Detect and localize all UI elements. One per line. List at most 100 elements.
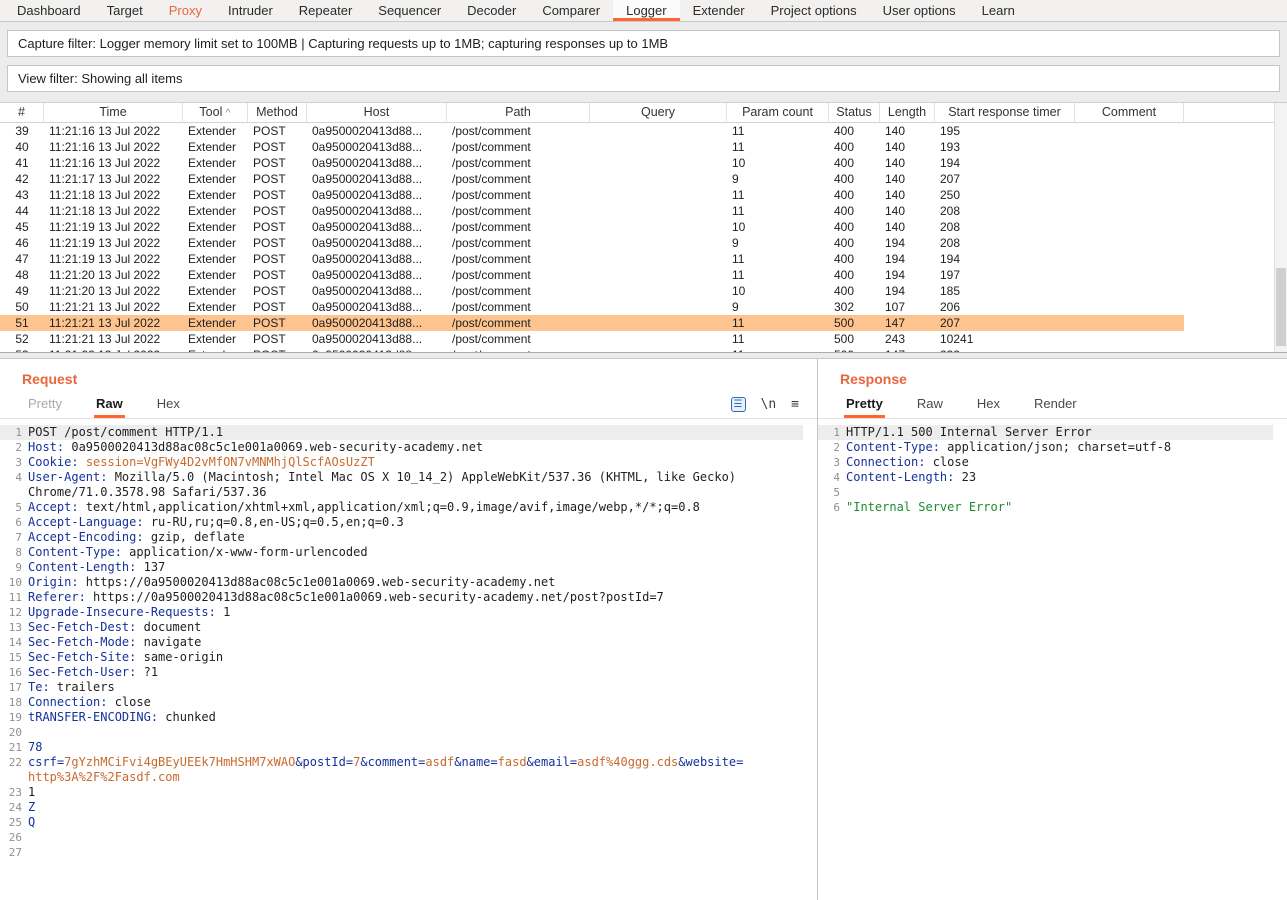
- line-content: Connection: close: [846, 455, 1273, 470]
- cell-query: [590, 315, 727, 331]
- log-row-47[interactable]: 4711:21:19 13 Jul 2022ExtenderPOST0a9500…: [0, 251, 1184, 267]
- tab-repeater[interactable]: Repeater: [286, 0, 365, 21]
- log-row-48[interactable]: 4811:21:20 13 Jul 2022ExtenderPOST0a9500…: [0, 267, 1184, 283]
- cell-query: [590, 139, 727, 155]
- cell-num: 53: [0, 347, 44, 353]
- cell-method: POST: [248, 187, 307, 203]
- cell-length: 140: [880, 139, 935, 155]
- cell-query: [590, 123, 727, 139]
- line-content: Te: trailers: [28, 680, 803, 695]
- tab-extender[interactable]: Extender: [680, 0, 758, 21]
- request-line-15: 15Sec-Fetch-Site: same-origin: [0, 650, 803, 665]
- response-tab-raw[interactable]: Raw: [915, 396, 945, 418]
- line-number: 6: [0, 515, 28, 530]
- cell-query: [590, 331, 727, 347]
- cell-query: [590, 219, 727, 235]
- cell-path: /post/comment: [447, 283, 590, 299]
- column-header-start-response-timer[interactable]: Start response timer: [935, 103, 1075, 122]
- request-tab-raw[interactable]: Raw: [94, 396, 125, 418]
- cell-param-count: 11: [727, 251, 829, 267]
- cell-length: 194: [880, 251, 935, 267]
- log-row-41[interactable]: 4111:21:16 13 Jul 2022ExtenderPOST0a9500…: [0, 155, 1184, 171]
- log-row-50[interactable]: 5011:21:21 13 Jul 2022ExtenderPOST0a9500…: [0, 299, 1184, 315]
- cell-path: /post/comment: [447, 235, 590, 251]
- cell-param-count: 11: [727, 347, 829, 353]
- cell-query: [590, 267, 727, 283]
- log-table-header: #TimeTool ^MethodHostPathQueryParam coun…: [0, 103, 1287, 123]
- column-header-num[interactable]: #: [0, 103, 44, 122]
- cell-tool: Extender: [183, 299, 248, 315]
- request-tab-hex[interactable]: Hex: [155, 396, 182, 418]
- request-line-7: 7Accept-Encoding: gzip, deflate: [0, 530, 803, 545]
- tab-user-options[interactable]: User options: [870, 0, 969, 21]
- nonprinting-chars-toggle-icon[interactable]: \n: [761, 397, 777, 412]
- tab-learn[interactable]: Learn: [969, 0, 1028, 21]
- line-content: Sec-Fetch-Dest: document: [28, 620, 803, 635]
- response-editor[interactable]: 1HTTP/1.1 500 Internal Server Error2Cont…: [818, 419, 1287, 515]
- cell-comment: [1075, 315, 1184, 331]
- response-tab-hex[interactable]: Hex: [975, 396, 1002, 418]
- log-row-46[interactable]: 4611:21:19 13 Jul 2022ExtenderPOST0a9500…: [0, 235, 1184, 251]
- cell-start-response-timer: 193: [935, 139, 1075, 155]
- cell-param-count: 11: [727, 331, 829, 347]
- log-row-40[interactable]: 4011:21:16 13 Jul 2022ExtenderPOST0a9500…: [0, 139, 1184, 155]
- request-tab-pretty[interactable]: Pretty: [26, 396, 64, 418]
- line-number: 2: [818, 440, 846, 455]
- view-filter-bar[interactable]: View filter: Showing all items: [7, 65, 1280, 92]
- cell-path: /post/comment: [447, 219, 590, 235]
- tab-sequencer[interactable]: Sequencer: [365, 0, 454, 21]
- tab-logger[interactable]: Logger: [613, 0, 679, 21]
- cell-method: POST: [248, 203, 307, 219]
- column-header-query[interactable]: Query: [590, 103, 727, 122]
- tab-intruder[interactable]: Intruder: [215, 0, 286, 21]
- response-tab-render[interactable]: Render: [1032, 396, 1079, 418]
- pretty-format-icon[interactable]: ☰: [731, 397, 746, 412]
- log-row-45[interactable]: 4511:21:19 13 Jul 2022ExtenderPOST0a9500…: [0, 219, 1184, 235]
- tab-target[interactable]: Target: [94, 0, 156, 21]
- tab-decoder[interactable]: Decoder: [454, 0, 529, 21]
- table-scrollbar-thumb[interactable]: [1276, 268, 1286, 346]
- cell-tool: Extender: [183, 283, 248, 299]
- cell-comment: [1075, 123, 1184, 139]
- column-header-tool[interactable]: Tool ^: [183, 103, 248, 122]
- cell-num: 47: [0, 251, 44, 267]
- request-line-12: 12Upgrade-Insecure-Requests: 1: [0, 605, 803, 620]
- log-row-52[interactable]: 5211:21:21 13 Jul 2022ExtenderPOST0a9500…: [0, 331, 1184, 347]
- line-number: 1: [818, 425, 846, 440]
- log-row-44[interactable]: 4411:21:18 13 Jul 2022ExtenderPOST0a9500…: [0, 203, 1184, 219]
- column-header-length[interactable]: Length: [880, 103, 935, 122]
- request-line-21: 2178: [0, 740, 803, 755]
- editor-menu-icon[interactable]: ≡: [791, 397, 799, 412]
- log-row-51[interactable]: 5111:21:21 13 Jul 2022ExtenderPOST0a9500…: [0, 315, 1184, 331]
- cell-num: 52: [0, 331, 44, 347]
- column-header-method[interactable]: Method: [248, 103, 307, 122]
- request-editor[interactable]: 1POST /post/comment HTTP/1.12Host: 0a950…: [0, 419, 817, 860]
- table-scrollbar[interactable]: [1274, 103, 1287, 352]
- cell-length: 147: [880, 347, 935, 353]
- tab-dashboard[interactable]: Dashboard: [4, 0, 94, 21]
- log-row-49[interactable]: 4911:21:20 13 Jul 2022ExtenderPOST0a9500…: [0, 283, 1184, 299]
- column-header-time[interactable]: Time: [44, 103, 183, 122]
- capture-filter-bar[interactable]: Capture filter: Logger memory limit set …: [7, 30, 1280, 57]
- cell-path: /post/comment: [447, 315, 590, 331]
- column-header-host[interactable]: Host: [307, 103, 447, 122]
- tab-proxy[interactable]: Proxy: [156, 0, 215, 21]
- log-row-43[interactable]: 4311:21:18 13 Jul 2022ExtenderPOST0a9500…: [0, 187, 1184, 203]
- line-number: 14: [0, 635, 28, 650]
- tab-project-options[interactable]: Project options: [758, 0, 870, 21]
- cell-time: 11:21:19 13 Jul 2022: [44, 235, 183, 251]
- column-header-path[interactable]: Path: [447, 103, 590, 122]
- cell-query: [590, 347, 727, 353]
- log-row-42[interactable]: 4211:21:17 13 Jul 2022ExtenderPOST0a9500…: [0, 171, 1184, 187]
- cell-length: 140: [880, 155, 935, 171]
- response-tab-pretty[interactable]: Pretty: [844, 396, 885, 418]
- cell-num: 49: [0, 283, 44, 299]
- log-row-53[interactable]: 5311:21:22 13 Jul 2022ExtenderPOST0a9500…: [0, 347, 1184, 353]
- log-row-39[interactable]: 3911:21:16 13 Jul 2022ExtenderPOST0a9500…: [0, 123, 1184, 139]
- cell-path: /post/comment: [447, 251, 590, 267]
- column-header-comment[interactable]: Comment: [1075, 103, 1184, 122]
- cell-param-count: 9: [727, 171, 829, 187]
- column-header-status[interactable]: Status: [829, 103, 880, 122]
- column-header-param-count[interactable]: Param count: [727, 103, 829, 122]
- tab-comparer[interactable]: Comparer: [529, 0, 613, 21]
